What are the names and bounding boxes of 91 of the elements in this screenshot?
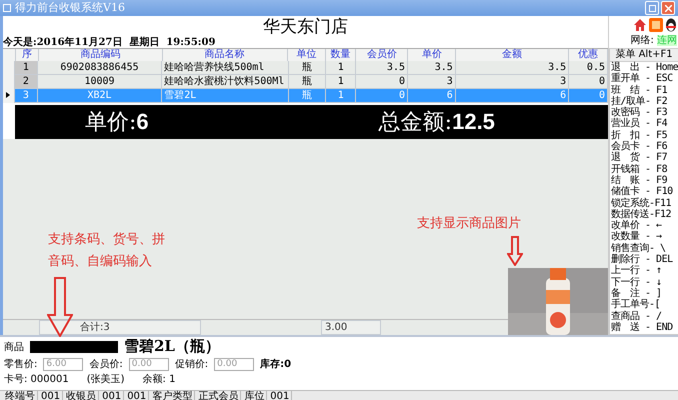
table-cell: 3.5 (456, 61, 570, 75)
price-label: 单价: (85, 109, 136, 137)
menu-item[interactable]: 备 注 - ] (610, 288, 678, 300)
menu-item[interactable]: 删除行 - DEL (610, 254, 678, 266)
table-cell: 3.5 (408, 61, 456, 75)
member-name: (张美玉) (86, 372, 125, 386)
menu-item[interactable]: 锁定系统-F11 (610, 198, 678, 209)
status-item: 001 (268, 391, 292, 400)
menu-item[interactable]: 查商品 - / (610, 310, 678, 322)
column-header[interactable]: 商品名称 (162, 49, 288, 61)
column-header[interactable]: 优惠 (568, 49, 608, 61)
app-icon (3, 4, 11, 12)
status-item: 001 (100, 391, 124, 400)
total-value: 12.5 (452, 109, 495, 135)
home-icon[interactable] (633, 18, 647, 32)
total-label: 总金额: (378, 109, 452, 137)
status-item: 终端号 (3, 391, 38, 400)
menu-item[interactable]: 手工单号-[ (610, 299, 678, 311)
card-number: 卡号: 000001 (4, 372, 69, 386)
status-item: 客户类型 (150, 391, 196, 400)
menu-item[interactable]: 结 账 - F9 (610, 174, 678, 186)
price-value: 6 (136, 109, 149, 135)
menu-item[interactable]: 折 扣 - F5 (610, 130, 678, 142)
table-cell: 0 (569, 89, 608, 103)
close-icon (664, 4, 672, 12)
balance-text: 余额: 1 (142, 372, 176, 386)
table-cell: 6 (408, 89, 456, 103)
price-field-label: 零售价: (4, 358, 38, 371)
table-cell: 2 (14, 75, 38, 89)
menu-item[interactable]: 营业员 - F4 (610, 118, 678, 130)
menu-item[interactable]: 班 结 - F1 (610, 84, 678, 96)
column-header[interactable]: 会员价 (356, 49, 408, 61)
menu-item[interactable]: 销售查询- \ (610, 242, 678, 254)
column-header[interactable]: 商品编码 (39, 49, 163, 61)
stock-text: 库存:0 (260, 357, 292, 371)
status-item: 001 (39, 391, 64, 400)
menu-title: 菜单 Alt+F1 (610, 49, 678, 62)
table-cell: 0 (356, 89, 408, 103)
window-title: 得力前台收银系统V16 (15, 1, 125, 15)
item-count: 合计:3 (39, 320, 201, 335)
annotation-text: 支持显示商品图片 (417, 215, 521, 233)
column-header[interactable]: 数量 (326, 49, 356, 61)
column-header[interactable]: 单价 (408, 49, 456, 61)
menu-item[interactable]: 数据传送-F12 (610, 208, 678, 220)
down-arrow-icon (47, 277, 73, 337)
menu-item[interactable]: 储值卡 - F10 (610, 186, 678, 198)
network-status: 连网 (657, 35, 677, 46)
status-item: 001 (125, 391, 150, 400)
table-cell: XB2L (38, 89, 162, 103)
table-cell: 1 (326, 89, 356, 103)
price-field-label: 促销价: (174, 358, 208, 371)
table-cell: 3 (14, 89, 38, 103)
menu-item[interactable]: 上一行 - ↑ (610, 265, 678, 277)
menu-item[interactable]: 退 出 - Home (610, 62, 678, 74)
table-cell: 6 (456, 89, 570, 103)
annotation-text: 支持条码、货号、拼音码、自编码输入 (48, 231, 166, 271)
price-field-label: 会员价: (89, 358, 123, 371)
table-cell: 瓶 (288, 61, 326, 75)
down-arrow-icon (507, 236, 523, 266)
date-time: 今天是:2016年11月27日 星期日 19:55:09 (3, 38, 216, 48)
table-cell: 雪碧2L (162, 89, 289, 103)
column-header[interactable]: 金额 (456, 49, 569, 61)
network-label: 网络: (630, 35, 654, 46)
table-cell: 3.5 (356, 61, 408, 75)
menu-item[interactable]: 退 货 - F7 (610, 152, 678, 164)
product-name: 雪碧2L（瓶） (124, 337, 220, 356)
menu-item[interactable]: 开钱箱 - F8 (610, 164, 678, 175)
table-cell: 娃哈哈营养快线500ml (162, 61, 289, 75)
status-item: 库位 (242, 391, 268, 400)
menu-item[interactable]: 赠 送 - END (610, 322, 678, 334)
total-amount: 3.00 (321, 320, 381, 335)
table-cell: 1 (326, 61, 356, 75)
maximize-button[interactable] (645, 1, 659, 15)
product-label: 商品 (4, 340, 24, 354)
table-cell: 6902083886455 (38, 61, 162, 75)
maximize-icon (648, 4, 656, 12)
menu-item[interactable]: 挂/取单- F2 (610, 96, 678, 108)
product-code-field[interactable] (30, 340, 118, 352)
column-header[interactable]: 序 (16, 49, 40, 61)
table-cell: 瓶 (288, 89, 326, 103)
menu-item[interactable]: 重开单 - ESC (610, 73, 678, 85)
menu-item[interactable]: 会员卡 - F6 (610, 141, 678, 152)
store-name: 华天东门店 (262, 16, 349, 38)
menu-item[interactable]: 改单价 - ← (610, 220, 678, 232)
menu-item[interactable]: 改数量 - → (610, 231, 678, 243)
menu-item[interactable]: 改密码 - F3 (610, 107, 678, 118)
table-cell: 1 (14, 61, 38, 75)
penguin-icon[interactable] (665, 18, 677, 32)
menu-item[interactable]: 下一行 - ↓ (610, 276, 678, 288)
table-cell: 0.5 (569, 61, 608, 75)
column-header[interactable]: 单位 (288, 49, 326, 61)
